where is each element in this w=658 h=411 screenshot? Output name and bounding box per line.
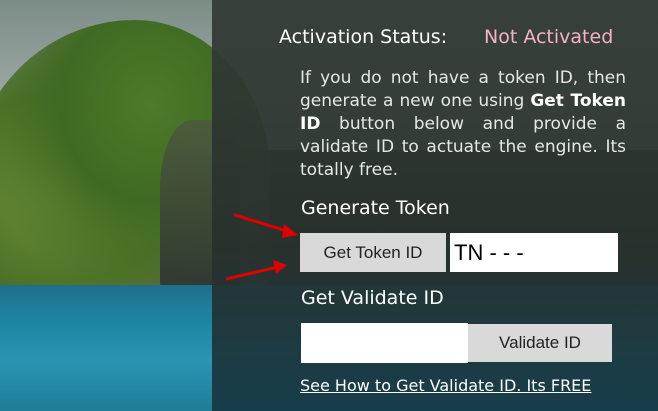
generate-token-title: Generate Token [301,197,450,219]
activation-status-value: Not Activated [484,26,614,48]
activation-status-row: Activation Status: Not Activated [279,26,639,52]
arrow-lower-line [226,265,280,281]
activation-status-label: Activation Status: [279,26,448,48]
instructions-text: If you do not have a token ID, then gene… [300,67,626,182]
help-link[interactable]: See How to Get Validate ID. Its FREE [300,376,591,395]
annotation-arrows [226,213,298,281]
instructions-text-part2: button below and provide a validate ID t… [300,114,626,180]
get-validate-id-title: Get Validate ID [301,287,444,309]
token-id-field[interactable] [450,233,618,272]
validate-id-input[interactable] [301,323,468,363]
arrow-upper-line [233,213,292,234]
get-token-id-button[interactable]: Get Token ID [300,233,446,272]
arrow-lower-head [273,260,287,274]
validate-id-button[interactable]: Validate ID [468,324,612,362]
arrow-upper-head [282,224,298,238]
